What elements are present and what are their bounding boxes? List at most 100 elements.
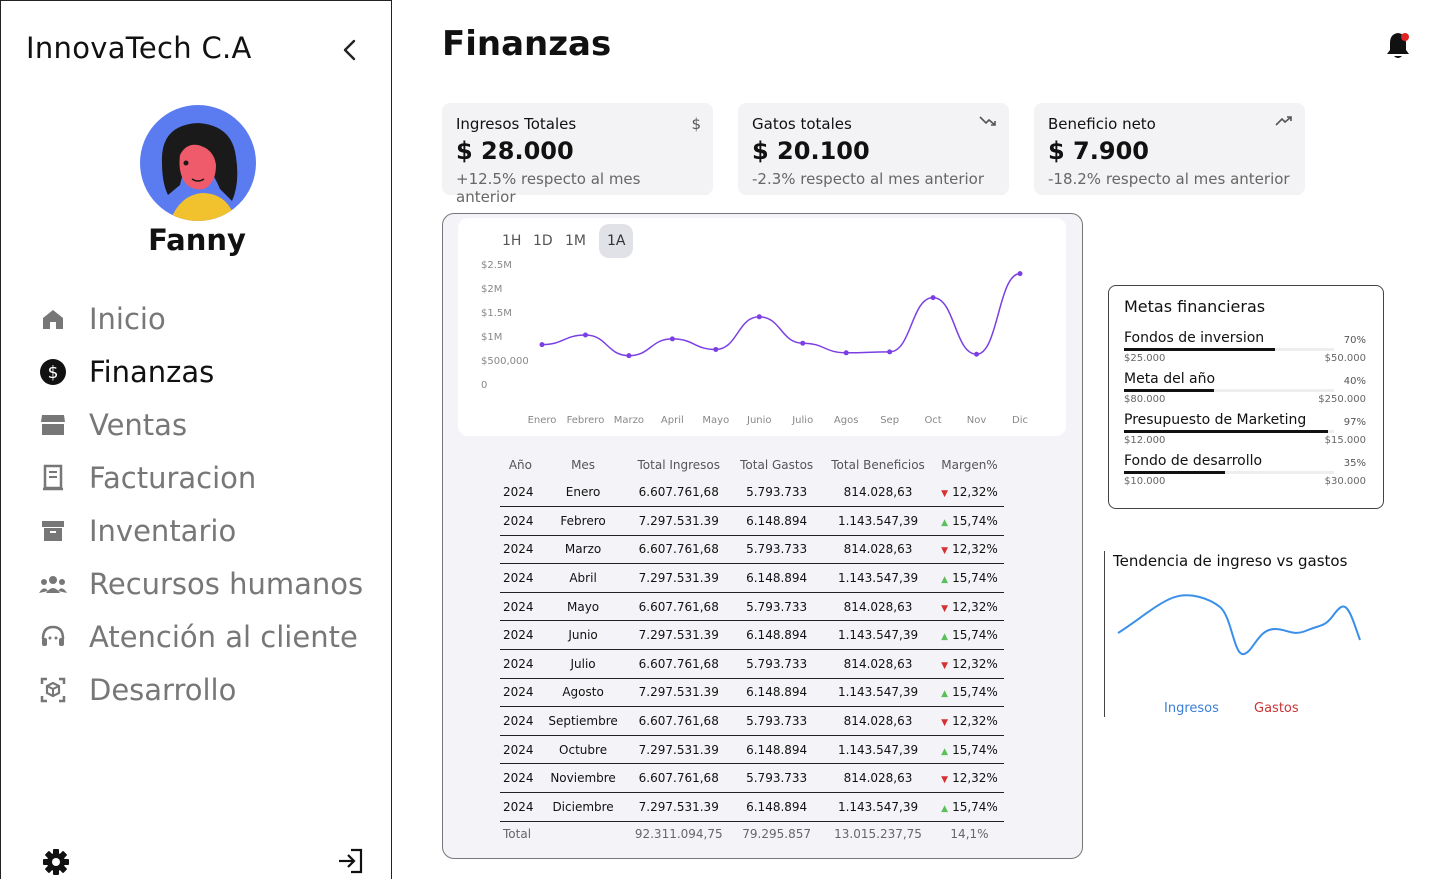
data-point[interactable] [626, 353, 632, 359]
margin-cell: ▲ 15,74% [934, 506, 1004, 536]
data-point[interactable] [843, 350, 849, 356]
nav-item-desarrollo[interactable]: Desarrollo [37, 670, 236, 710]
table-row: 2024 Septiembre 6.607.761,68 5.793.733 814.0… [500, 706, 1004, 736]
trend-title: Tendencia de ingreso vs gastos [1113, 552, 1348, 570]
nav-item-facturacion[interactable]: Facturacion [37, 458, 256, 498]
username: Fanny [148, 223, 246, 257]
receipt-icon [37, 462, 69, 494]
data-point[interactable] [539, 342, 545, 348]
nav-item-recursos-humanos[interactable]: Recursos humanos [37, 564, 363, 604]
home-icon [37, 303, 69, 335]
data-point[interactable] [887, 349, 893, 355]
bell-icon[interactable] [1384, 30, 1412, 60]
goal-progress-fill [1124, 348, 1276, 351]
dollar-sign-icon: $ [691, 115, 701, 133]
svg-text:$: $ [48, 363, 59, 383]
table-cell: 1.143.547,39 [821, 506, 935, 536]
goal-min: $12.000 [1124, 435, 1166, 446]
margin-cell: ▼ 12,32% [934, 535, 1004, 565]
series-line [541, 272, 1021, 357]
data-point[interactable] [930, 295, 936, 301]
data-point[interactable] [756, 314, 762, 320]
people-icon [37, 568, 69, 600]
table-cell: 2024 [500, 563, 541, 593]
arrow-down-icon: ▼ [941, 546, 949, 557]
x-tick-label: Enero [528, 415, 557, 426]
x-tick-label: Febrero [567, 415, 605, 426]
margin-cell: ▲ 15,74% [934, 620, 1004, 651]
x-tick-label: Oct [924, 415, 941, 426]
kpi-note: -2.3% respecto al mes anterior [752, 170, 985, 188]
table-cell: 6.607.761,68 [625, 706, 733, 736]
nav-item-ventas[interactable]: Ventas [37, 405, 187, 445]
y-tick-label: $2.5M [481, 260, 512, 271]
avatar[interactable] [140, 105, 256, 221]
nav-item-inicio[interactable]: Inicio [37, 299, 166, 339]
data-point[interactable] [974, 351, 980, 357]
column-header: Mes [571, 458, 596, 472]
x-tick-label: Marzo [614, 415, 644, 426]
table-row: 2024 Enero 6.607.761,68 5.793.733 814.028,63… [500, 478, 1004, 508]
data-point[interactable] [713, 346, 719, 352]
table-cell: 6.148.894 [732, 792, 822, 822]
data-point[interactable] [800, 340, 806, 346]
kpi-label: Beneficio neto [1048, 115, 1156, 133]
goal-item: Meta del año 40% $80.000 $250.000 [1124, 371, 1370, 411]
y-tick-label: $500,000 [481, 356, 529, 367]
nav-item-finanzas[interactable]: $ Finanzas [37, 352, 214, 392]
margin-value: 15,74% [952, 571, 998, 586]
table-cell: 7.297.531.39 [625, 735, 733, 765]
nav-label: Finanzas [89, 355, 215, 389]
goal-percent: 97% [1343, 417, 1366, 428]
goal-min: $25.000 [1124, 353, 1166, 364]
table-cell: 1.143.547,39 [821, 735, 935, 765]
trending-down-icon [979, 116, 996, 126]
data-point[interactable] [669, 336, 675, 342]
total-cell: 92.311.094,75 [634, 827, 723, 842]
trending-up-icon [1275, 116, 1292, 126]
table-cell: Junio [540, 620, 626, 651]
table-cell: 6.607.761,68 [625, 478, 733, 508]
table-cell: 6.607.761,68 [625, 649, 733, 679]
goal-max: $30.000 [1324, 476, 1366, 487]
archive-icon [37, 515, 69, 547]
data-point[interactable] [582, 332, 588, 338]
trend-divider [1104, 551, 1105, 717]
margin-value: 15,74% [952, 513, 998, 528]
table-cell: 814.028,63 [821, 706, 935, 736]
ingresos-trend-line [1117, 594, 1361, 655]
goal-max: $15.000 [1324, 435, 1366, 446]
table-row: 2024 Octubre 7.297.531.39 6.148.894 1.143.54… [500, 735, 1004, 765]
table-cell: 2024 [500, 735, 541, 765]
data-point[interactable] [1017, 271, 1023, 277]
margin-cell: ▼ 12,32% [934, 706, 1004, 736]
total-cell: 13.015.237,75 [834, 827, 922, 842]
table-cell: Febrero [540, 506, 626, 536]
table-cell: 6.148.894 [732, 563, 822, 593]
logout-icon[interactable] [337, 847, 365, 875]
table-cell: 814.028,63 [821, 592, 935, 622]
support-icon [37, 621, 69, 653]
table-cell: 6.148.894 [732, 678, 822, 708]
chevron-left-icon[interactable] [339, 37, 361, 63]
margin-cell: ▲ 15,74% [934, 792, 1004, 822]
margin-cell: ▼ 12,32% [934, 649, 1004, 679]
goal-percent: 70% [1343, 335, 1366, 346]
margin-value: 12,32% [952, 656, 998, 671]
x-tick-label: Mayo [702, 415, 729, 426]
table-cell: 5.793.733 [732, 592, 822, 622]
nav-item-atencion-al-cliente[interactable]: Atención al cliente [37, 617, 358, 657]
table-cell: 5.793.733 [732, 535, 822, 565]
x-tick-label: Nov [967, 415, 987, 426]
table-cell: 6.148.894 [732, 735, 822, 765]
table-cell: 7.297.531.39 [625, 563, 733, 593]
table-cell: 2024 [500, 763, 541, 794]
margin-cell: ▲ 15,74% [934, 678, 1004, 708]
nav-item-inventario[interactable]: Inventario [37, 511, 236, 551]
gear-icon[interactable] [41, 847, 71, 877]
nav-label: Inicio [89, 302, 166, 336]
table-cell: 1.143.547,39 [821, 620, 935, 651]
table-cell: Enero [540, 478, 626, 508]
goal-progress-fill [1124, 430, 1328, 433]
nav-label: Facturacion [89, 461, 257, 495]
